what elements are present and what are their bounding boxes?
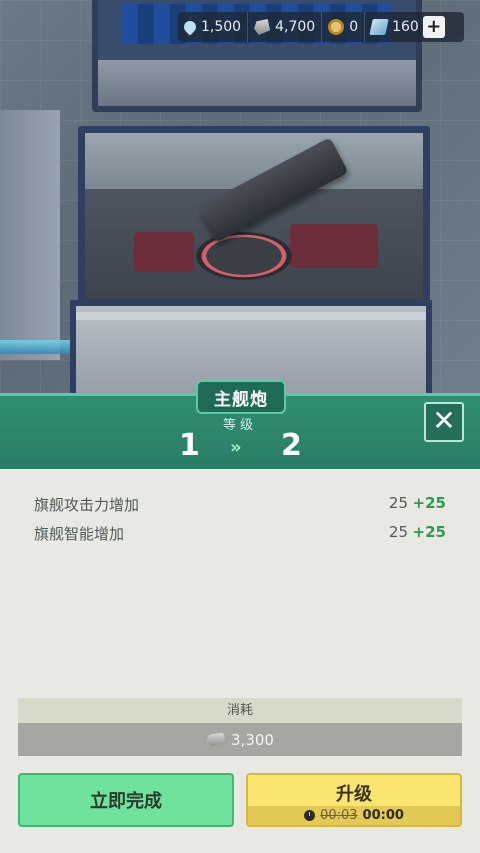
gold-coin-icon (328, 19, 345, 35)
panel-title: 主舰炮 (196, 380, 286, 414)
resource-metal: 4,700 (247, 12, 321, 42)
close-button[interactable]: ✕ (424, 402, 464, 442)
cost-title: 消耗 (18, 698, 462, 723)
resource-card: 160 + (364, 12, 451, 42)
cost-value: 3,300 (231, 730, 274, 749)
resource-metal-value: 4,700 (275, 19, 316, 35)
cost-value-row: 3,300 (18, 723, 462, 756)
finish-now-button[interactable]: 立即完成 (18, 773, 234, 827)
upgrade-button[interactable]: 升级 00:03 00:00 (246, 773, 462, 827)
current-level: 1 (179, 428, 200, 463)
upgrade-time: 00:03 00:00 (248, 806, 460, 825)
metal-ingot-icon (206, 732, 227, 747)
cannon-base (196, 232, 292, 280)
water-drop-icon (181, 18, 199, 36)
reduced-time: 00:00 (362, 808, 404, 823)
base-scene[interactable] (0, 0, 480, 400)
stat-label: 旗舰智能增加 (34, 525, 125, 543)
resource-bar: 1,500 4,700 0 160 + (178, 12, 464, 42)
stat-value: 25 (388, 494, 408, 512)
resource-water: 1,500 (178, 12, 247, 42)
console-right (290, 224, 378, 268)
metal-ingot-icon (254, 19, 271, 35)
stat-increase: +25 (412, 494, 446, 512)
upper-room-wall (98, 60, 416, 106)
add-resource-button[interactable]: + (422, 16, 445, 38)
clock-icon (304, 810, 316, 821)
energy-pipe (0, 340, 70, 354)
original-time: 00:03 (320, 808, 358, 823)
stat-label: 旗舰攻击力增加 (34, 496, 140, 514)
stat-increase: +25 (412, 523, 446, 541)
lower-room-light-bar (76, 312, 426, 320)
level-arrow-icon: » (230, 437, 242, 458)
blueprint-card-icon (369, 19, 389, 35)
stat-value: 25 (388, 523, 408, 541)
next-level: 2 (281, 428, 302, 463)
console-left (134, 232, 194, 272)
stat-row-attack: 旗舰攻击力增加 25 +25 (34, 494, 446, 520)
stat-row-intelligence: 旗舰智能增加 25 +25 (34, 523, 446, 549)
upgrade-label: 升级 (336, 784, 372, 805)
level-label: 等级 (222, 418, 257, 433)
cost-box: 消耗 3,300 (18, 698, 462, 756)
resource-card-value: 160 (392, 19, 419, 35)
left-wall (0, 110, 60, 360)
resource-gold-value: 0 (349, 19, 359, 35)
resource-water-value: 1,500 (201, 19, 242, 35)
resource-gold: 0 (321, 12, 364, 42)
